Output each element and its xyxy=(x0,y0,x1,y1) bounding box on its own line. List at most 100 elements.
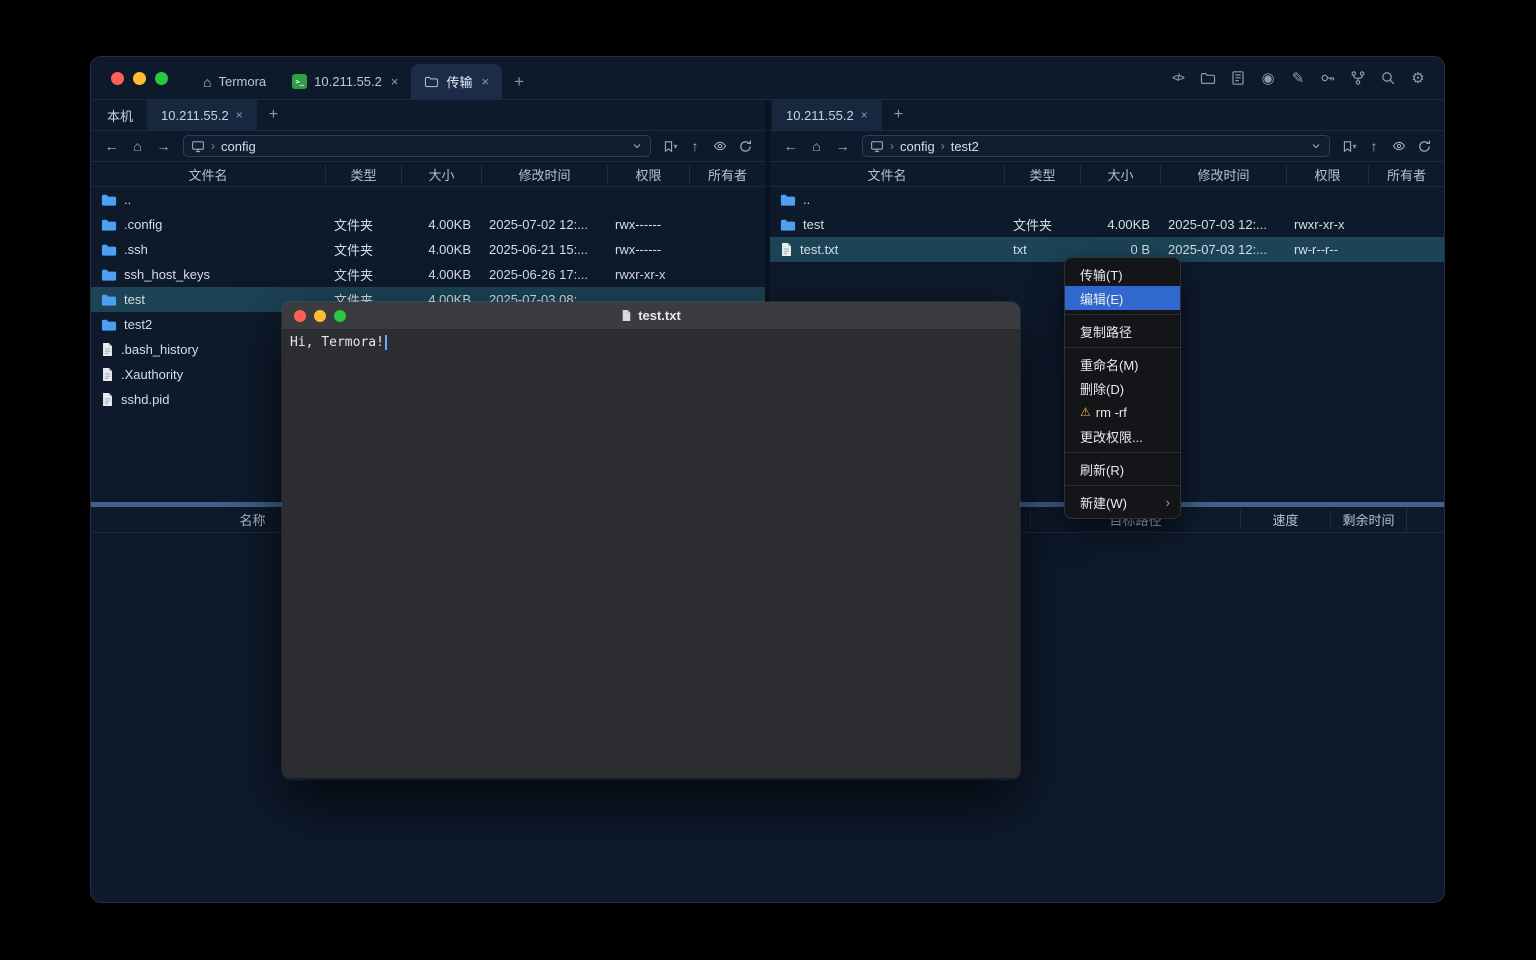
editor-title-text: test.txt xyxy=(638,308,681,323)
folder-icon xyxy=(101,293,117,307)
menu-item-0[interactable]: 传输(T) xyxy=(1065,262,1180,286)
gear-icon[interactable]: ⚙ xyxy=(1406,66,1430,90)
file-row-.config[interactable]: .config文件夹4.00KB2025-07-02 12:...rwx----… xyxy=(91,212,765,237)
file-row-.ssh[interactable]: .ssh文件夹4.00KB2025-06-21 15:...rwx------ xyxy=(91,237,765,262)
add-pane-tab-button[interactable]: + xyxy=(882,100,915,130)
menu-item-1[interactable]: 编辑(E) xyxy=(1065,286,1180,310)
close-tab-icon[interactable]: × xyxy=(861,108,868,122)
tab-remote-host[interactable]: 10.211.55.2 × xyxy=(772,100,882,130)
bookmark-button[interactable]: ▾ xyxy=(1338,135,1360,157)
menu-item-5[interactable]: 重命名(M) xyxy=(1065,352,1180,376)
tab-label: Termora xyxy=(218,74,266,89)
refresh-button[interactable] xyxy=(734,135,756,157)
breadcrumb-separator: › xyxy=(211,139,215,153)
column-header-name[interactable]: 文件名 xyxy=(91,165,325,184)
up-button[interactable]: ↑ xyxy=(684,135,706,157)
column-header-size[interactable]: 大小 xyxy=(1080,165,1160,184)
add-pane-tab-button[interactable]: + xyxy=(257,100,290,130)
back-button[interactable]: ← xyxy=(100,135,123,157)
column-header-size[interactable]: 大小 xyxy=(401,165,481,184)
column-header-type[interactable]: 类型 xyxy=(325,165,401,184)
bookmark-button[interactable]: ▾ xyxy=(659,135,681,157)
context-menu: 传输(T)编辑(E) 复制路径重命名(M)删除(D)⚠rm -rf更改权限... 刷… xyxy=(1064,257,1181,519)
column-header-type[interactable]: 类型 xyxy=(1004,165,1080,184)
column-header-name[interactable]: 文件名 xyxy=(770,165,1004,184)
tab-ssh-session[interactable]: >_ 10.211.55.2 × xyxy=(279,64,411,99)
file-row-ssh_host_keys[interactable]: ssh_host_keys文件夹4.00KB2025-06-26 17:...r… xyxy=(91,262,765,287)
tab-remote-host[interactable]: 10.211.55.2 × xyxy=(147,100,257,130)
minimize-window-button[interactable] xyxy=(314,310,326,322)
column-header-permissions[interactable]: 权限 xyxy=(607,165,689,184)
folder-icon xyxy=(101,243,117,257)
menu-item-10[interactable]: 刷新(R) xyxy=(1065,457,1180,481)
menu-item-label: 新建(W) xyxy=(1080,493,1127,512)
close-tab-icon[interactable]: × xyxy=(481,74,489,89)
file-name: .. xyxy=(803,192,810,207)
path-bar[interactable]: › config xyxy=(183,135,651,157)
key-icon[interactable] xyxy=(1316,66,1340,90)
column-header-owner[interactable]: 所有者 xyxy=(689,165,765,184)
titlebar: ⌂ Termora >_ 10.211.55.2 × 传输 × + </> xyxy=(91,57,1444,100)
menu-item-8[interactable]: 更改权限... xyxy=(1065,424,1180,448)
close-window-button[interactable] xyxy=(111,72,124,85)
editor-content[interactable]: Hi, Termora! xyxy=(282,330,1020,778)
log-icon[interactable] xyxy=(1226,66,1250,90)
back-button[interactable]: ← xyxy=(779,135,802,157)
column-header-modified[interactable]: 修改时间 xyxy=(481,165,607,184)
forward-button[interactable]: → xyxy=(152,135,175,157)
up-button[interactable]: ↑ xyxy=(1363,135,1385,157)
zoom-window-button[interactable] xyxy=(155,72,168,85)
show-hidden-button[interactable] xyxy=(1388,135,1410,157)
menu-item-3[interactable]: 复制路径 xyxy=(1065,319,1180,343)
refresh-button[interactable] xyxy=(1413,135,1435,157)
breadcrumb-segment[interactable]: config xyxy=(900,139,935,154)
show-hidden-button[interactable] xyxy=(709,135,731,157)
zoom-window-button[interactable] xyxy=(334,310,346,322)
file-name: ssh_host_keys xyxy=(124,267,210,282)
menu-item-7[interactable]: ⚠rm -rf xyxy=(1065,400,1180,424)
window-controls xyxy=(111,72,168,85)
tab-label: 传输 xyxy=(446,72,472,91)
file-name: test.txt xyxy=(800,242,838,257)
file-row-test[interactable]: test文件夹4.00KB2025-07-03 12:...rwxr-xr-x xyxy=(770,212,1444,237)
column-header-remaining-time[interactable]: 剩余时间 xyxy=(1330,510,1406,529)
file-icon xyxy=(101,392,114,407)
file-row-..[interactable]: .. xyxy=(770,187,1444,212)
column-header-speed[interactable]: 速度 xyxy=(1240,510,1330,529)
home-button[interactable]: ⌂ xyxy=(126,135,149,157)
new-tab-button[interactable]: + xyxy=(502,64,536,99)
file-row-..[interactable]: .. xyxy=(91,187,765,212)
close-tab-icon[interactable]: × xyxy=(391,74,399,89)
path-dropdown-icon[interactable] xyxy=(1310,140,1322,152)
editor-window: test.txt Hi, Termora! xyxy=(282,302,1020,779)
file-icon xyxy=(101,342,114,357)
fork-icon[interactable] xyxy=(1346,66,1370,90)
computer-icon xyxy=(191,140,205,153)
tab-local[interactable]: 本机 xyxy=(93,100,147,130)
home-button[interactable]: ⌂ xyxy=(805,135,828,157)
column-header-permissions[interactable]: 权限 xyxy=(1286,165,1368,184)
column-header-owner[interactable]: 所有者 xyxy=(1368,165,1444,184)
minimize-window-button[interactable] xyxy=(133,72,146,85)
folder-outline-icon xyxy=(424,75,439,88)
breadcrumb-segment[interactable]: config xyxy=(221,139,256,154)
pencil-icon[interactable]: ✎ xyxy=(1286,66,1310,90)
path-dropdown-icon[interactable] xyxy=(631,140,643,152)
close-window-button[interactable] xyxy=(294,310,306,322)
forward-button[interactable]: → xyxy=(831,135,854,157)
search-icon[interactable] xyxy=(1376,66,1400,90)
file-name: test xyxy=(124,292,145,307)
tab-transfer[interactable]: 传输 × xyxy=(411,64,502,99)
folder-icon xyxy=(780,193,796,207)
record-icon[interactable]: ◉ xyxy=(1256,66,1280,90)
column-header-modified[interactable]: 修改时间 xyxy=(1160,165,1286,184)
tab-termora[interactable]: ⌂ Termora xyxy=(190,64,279,99)
breadcrumb-segment[interactable]: test2 xyxy=(951,139,979,154)
menu-item-6[interactable]: 删除(D) xyxy=(1065,376,1180,400)
folder-icon[interactable] xyxy=(1196,66,1220,90)
folder-icon xyxy=(780,218,796,232)
menu-item-12[interactable]: 新建(W)› xyxy=(1065,490,1180,514)
close-tab-icon[interactable]: × xyxy=(236,108,243,122)
code-icon[interactable]: </> xyxy=(1166,66,1190,90)
path-bar[interactable]: › config › test2 xyxy=(862,135,1330,157)
